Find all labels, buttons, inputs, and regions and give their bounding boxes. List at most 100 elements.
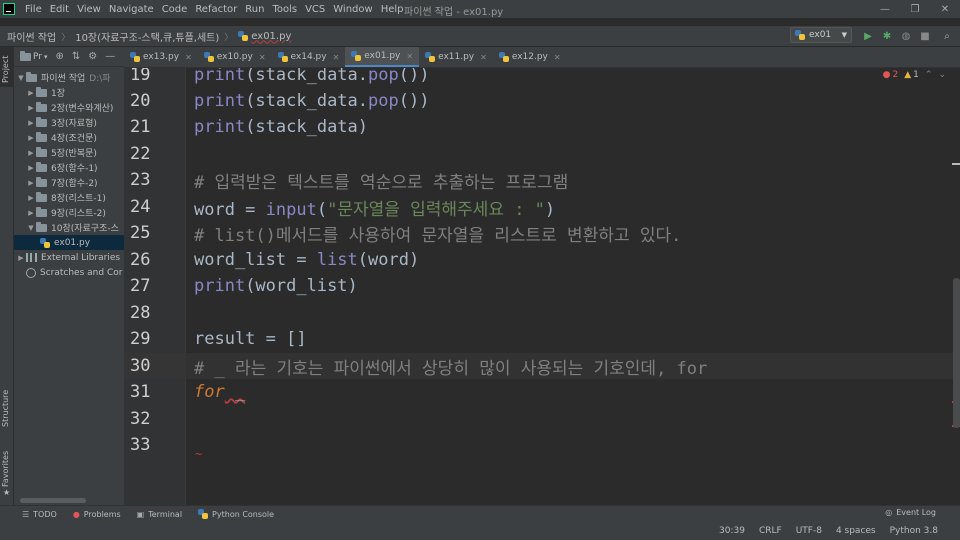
menu-refactor[interactable]: Refactor [191,4,241,15]
horizontal-scrollbar[interactable] [20,498,86,503]
tree-scratches[interactable]: Scratches and Cor [14,265,124,280]
stop-icon[interactable]: ■ [918,29,932,43]
chevron-up-icon[interactable]: ⌃ [925,70,933,80]
menu-run[interactable]: Run [241,4,268,15]
close-icon[interactable]: ✕ [259,53,266,62]
python-interpreter[interactable]: Python 3.8 [890,526,938,536]
library-icon [26,253,37,262]
menu-view[interactable]: View [73,4,105,15]
coverage-icon[interactable]: ◍ [899,29,913,43]
file-encoding[interactable]: UTF-8 [796,526,822,536]
breadcrumb-project[interactable]: 파이썬 작업 [7,29,56,44]
navigation-bar: 파이썬 작업 〉 10장(자료구조-스택,큐,튜플,세트) 〉 ex01.py … [0,26,960,46]
folder-icon [26,71,37,82]
code-line[interactable]: 23 # 입력받은 텍스트를 역순으로 추출하는 프로그램 [124,167,960,193]
tab-ex11[interactable]: ex11.py ✕ [419,47,493,67]
code-line[interactable]: 22 [124,141,960,167]
tree-external-libraries[interactable]: ▶ External Libraries [14,250,124,265]
line-number: 20 [130,91,151,111]
code-line[interactable]: 29 result = [] [124,326,960,352]
python-file-icon [203,52,214,62]
window-title: 파이썬 작업 - ex01.py [404,7,504,18]
code-line[interactable]: 25 # list()메서드를 사용하여 문자열을 리스트로 변환하고 있다. [124,220,960,246]
run-configuration-select[interactable]: ex01 ▼ [790,27,852,43]
close-icon[interactable]: ✕ [554,53,561,62]
collapse-all-icon[interactable]: ⇅ [72,51,80,62]
vertical-scrollbar[interactable] [953,278,960,428]
terminal-tool-button[interactable]: ▣ Terminal [137,510,182,519]
code-line[interactable]: 32 [124,406,960,432]
code-line[interactable]: 20 print(stack_data.pop()) [124,88,960,114]
code-line[interactable]: 21 print(stack_data) [124,114,960,140]
close-icon[interactable]: ✕ [930,0,960,18]
tree-folder[interactable]: ▶ 3장(자료형) [14,115,124,130]
menu-vcs[interactable]: VCS [301,4,329,15]
line-number: 33 [130,435,151,455]
code-line[interactable]: 24 word = input("문자열을 입력해주세요 : ") [124,194,960,220]
tree-folder[interactable]: ▶ 8장(리스트-1) [14,190,124,205]
tree-folder[interactable]: ▶ 7장(함수-2) [14,175,124,190]
tab-ex10[interactable]: ex10.py ✕ [198,47,272,67]
close-icon[interactable]: ✕ [185,53,192,62]
menu-file[interactable]: File [21,4,46,15]
chevron-down-icon: ▼ [841,31,847,39]
todo-tool-button[interactable]: ☰ TODO [22,510,57,519]
menu-code[interactable]: Code [158,4,192,15]
code-line-current[interactable]: 30 # _ 라는 기호는 파이썬에서 상당히 많이 사용되는 기호인데, fo… [124,353,960,379]
tab-ex13[interactable]: ex13.py ✕ [124,47,198,67]
code-line[interactable]: 28 [124,300,960,326]
error-stripe-mark[interactable] [952,163,960,165]
search-everywhere-icon[interactable]: ⌕ [940,29,954,43]
menu-tools[interactable]: Tools [268,4,301,15]
menu-window[interactable]: Window [329,4,376,15]
tree-root[interactable]: ▼ 파이썬 작업 D:\파 [14,70,124,85]
indent-setting[interactable]: 4 spaces [836,526,876,536]
close-icon[interactable]: ✕ [480,53,487,62]
debug-icon[interactable]: ✱ [880,29,894,43]
line-separator[interactable]: CRLF [759,526,782,536]
code-editor[interactable]: 19 print(stack_data.pop()) 20 print(stac… [124,68,960,505]
tree-folder[interactable]: ▶ 9장(리스트-2) [14,205,124,220]
run-icon[interactable]: ▶ [861,29,875,43]
python-console-tool-button[interactable]: Python Console [198,509,274,519]
tree-folder[interactable]: ▶ 2장(변수와계산) [14,100,124,115]
inspection-widget[interactable]: ● 2 ▲ 1 ⌃ ⌄ [883,70,946,80]
problems-tool-button[interactable]: ● Problems [73,510,121,519]
hide-panel-icon[interactable]: — [105,51,115,62]
tree-folder[interactable]: ▶ 4장(조건문) [14,130,124,145]
tab-ex14[interactable]: ex14.py ✕ [272,47,346,67]
code-line[interactable]: 27 print(word_list) [124,273,960,299]
event-log-button[interactable]: ◎ Event Log [885,508,936,517]
tab-ex01[interactable]: ex01.py ✕ [345,47,420,67]
chevron-down-icon[interactable]: ⌄ [938,70,946,80]
project-view-select[interactable]: Pr [33,52,42,62]
tab-ex12[interactable]: ex12.py ✕ [493,47,567,67]
tree-folder[interactable]: ▶ 6장(함수-1) [14,160,124,175]
gear-icon[interactable]: ⚙ [88,51,97,62]
line-number: 30 [124,353,186,379]
tree-file-selected[interactable]: ex01.py [14,235,124,250]
code-line[interactable]: 19 print(stack_data.pop()) [124,68,960,88]
menu-navigate[interactable]: Navigate [105,4,158,15]
structure-tool-tab[interactable]: Structure [1,390,10,427]
folder-icon [36,101,47,112]
locate-file-icon[interactable]: ⊕ [56,51,64,62]
minimize-icon[interactable]: — [870,0,900,18]
tree-folder[interactable]: ▶ 5장(반복문) [14,145,124,160]
menu-help[interactable]: Help [377,4,408,15]
breadcrumb-folder[interactable]: 10장(자료구조-스택,큐,튜플,세트) [75,29,219,44]
caret-position[interactable]: 30:39 [719,526,745,536]
code-line[interactable]: 33 [124,432,960,458]
chevron-right-icon: ▶ [18,253,24,262]
menu-edit[interactable]: Edit [46,4,73,15]
code-line[interactable]: 31 for _ [124,379,960,405]
restore-icon[interactable]: ❐ [900,0,930,18]
breadcrumb-file[interactable]: ex01.py [238,31,291,42]
close-icon[interactable]: ✕ [333,53,340,62]
favorites-tool-tab[interactable]: Favorites [1,451,10,487]
project-tool-tab[interactable]: Project [0,47,14,87]
tree-folder-expanded[interactable]: ▼ 10장(자료구조-스 [14,220,124,235]
tree-folder[interactable]: ▶ 1장 [14,85,124,100]
close-icon[interactable]: ✕ [406,52,413,61]
code-line[interactable]: 26 word_list = list(word) [124,247,960,273]
